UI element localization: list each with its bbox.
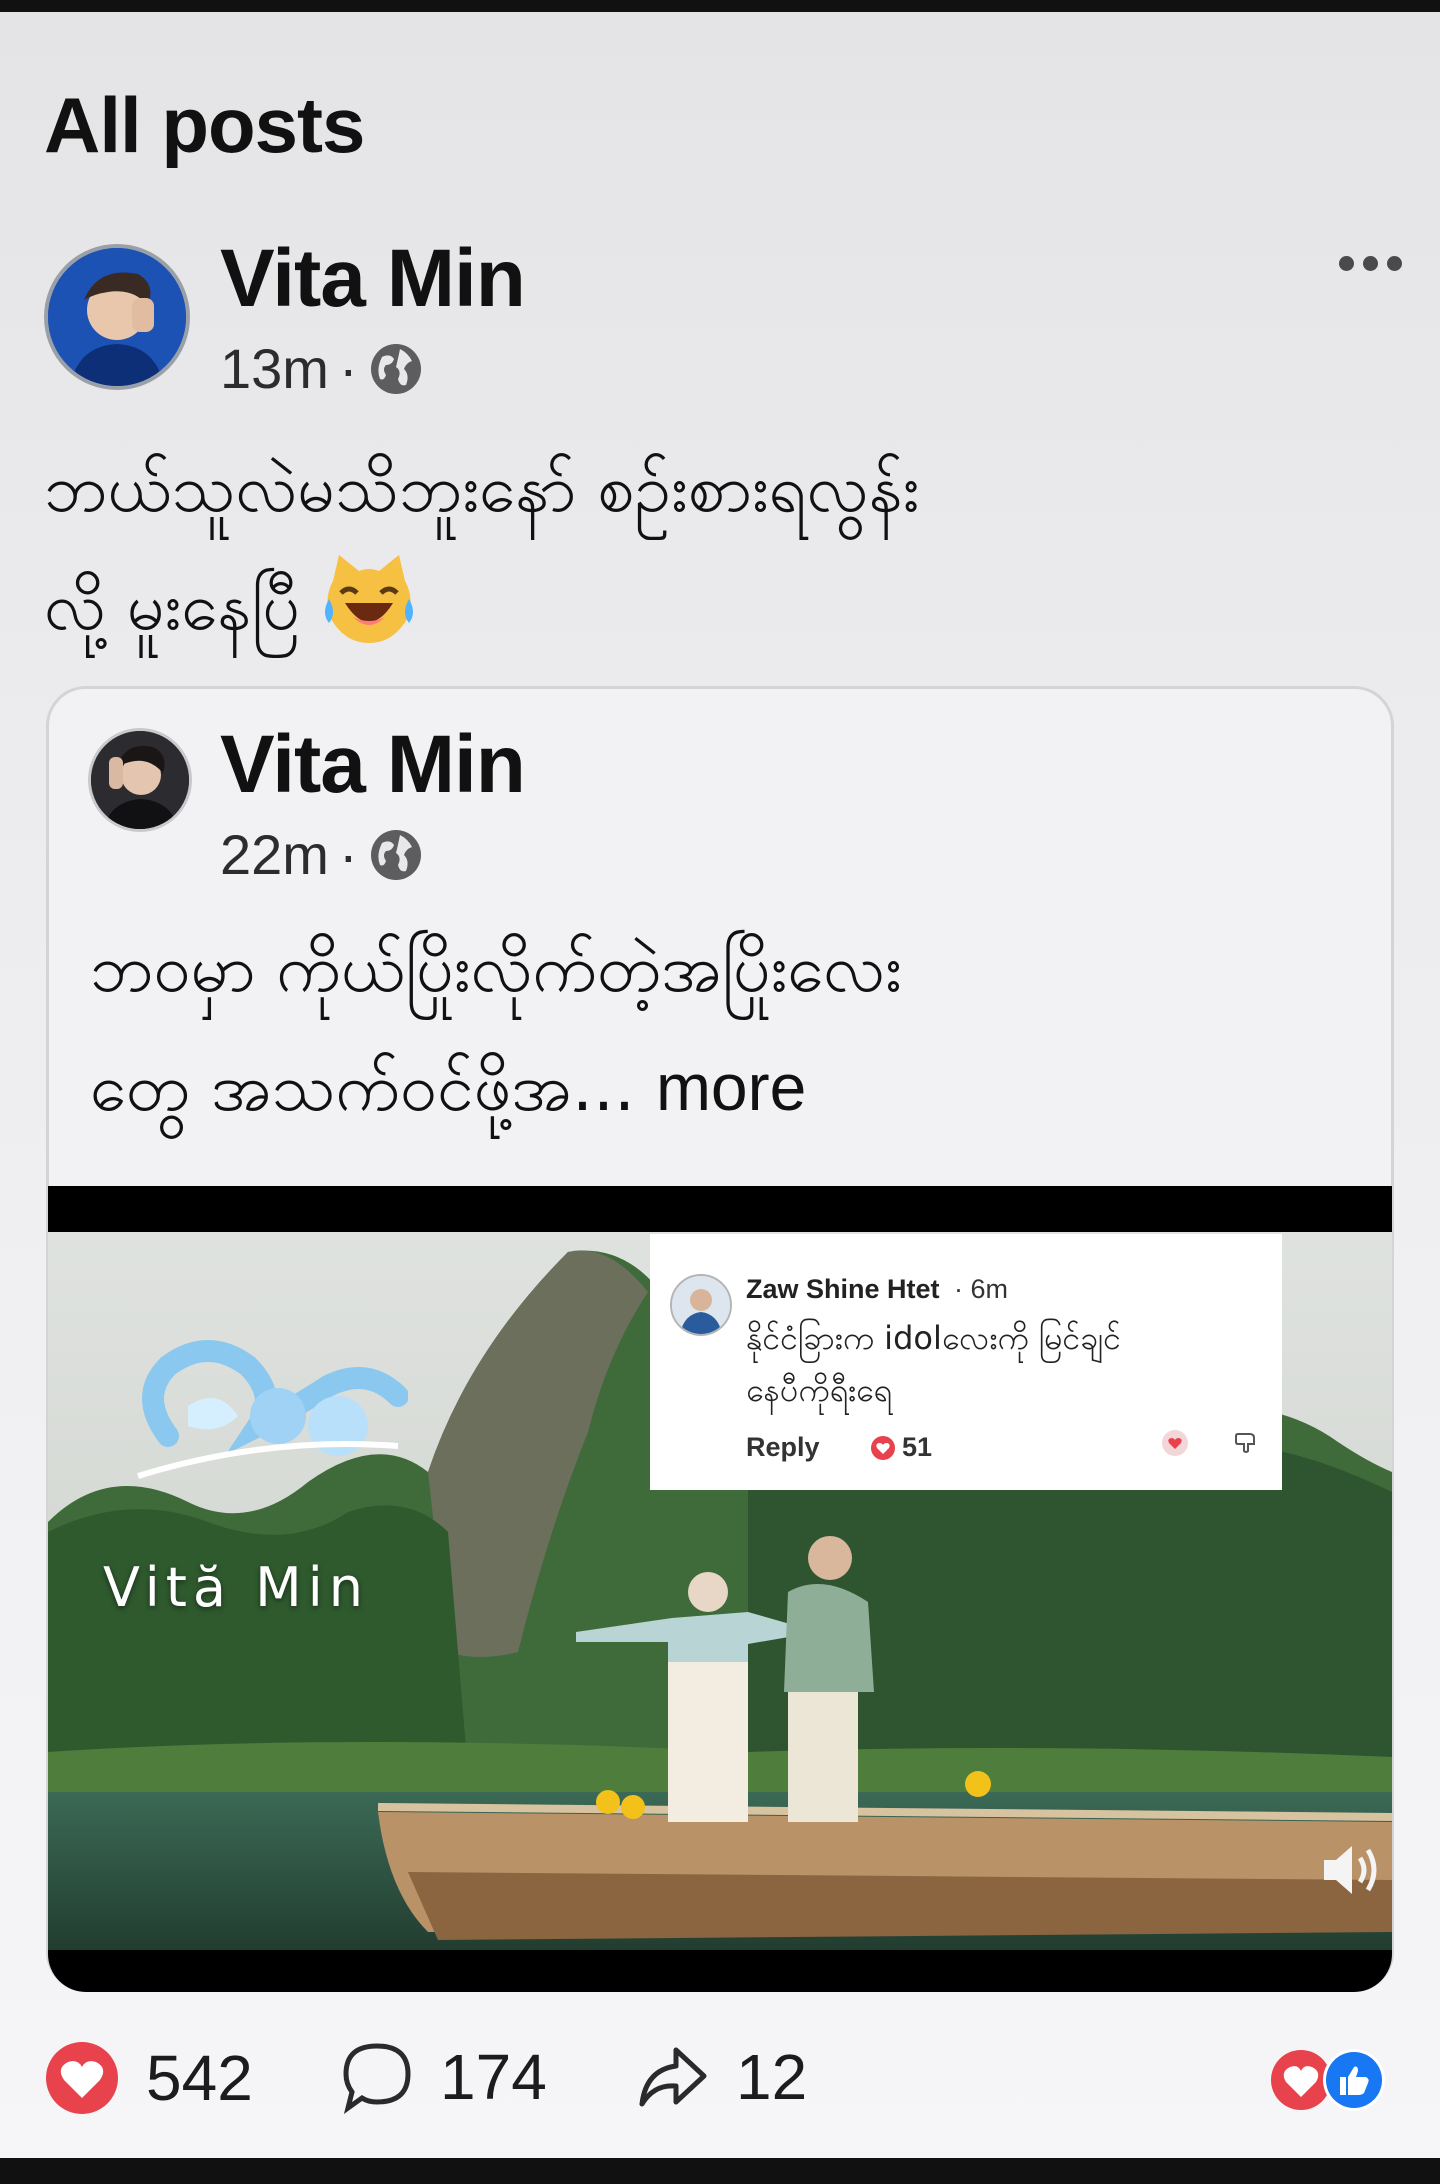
author-name[interactable]: Vita Min bbox=[220, 232, 526, 326]
comment-likes: 51 bbox=[870, 1432, 932, 1463]
see-more-link[interactable]: more bbox=[656, 1050, 806, 1124]
post-text-line-2: လို့ မူးနေပြီ bbox=[44, 548, 1384, 666]
comment-reply-button[interactable]: Reply bbox=[746, 1432, 820, 1463]
shared-author-name[interactable]: Vita Min bbox=[220, 718, 526, 812]
navigation-bar-edge bbox=[0, 2158, 1440, 2184]
share-action[interactable]: 12 bbox=[636, 2040, 807, 2114]
commenter-name[interactable]: Zaw Shine Htet bbox=[746, 1274, 940, 1305]
heart-icon bbox=[46, 2042, 118, 2114]
avatar-photo bbox=[48, 248, 186, 386]
comment-bubble-icon bbox=[343, 2043, 411, 2114]
post-text-segment: လို့ မူးနေပြီ bbox=[44, 568, 301, 645]
shared-post-time[interactable]: 22m bbox=[220, 822, 329, 887]
comment-text-line-2: နေပီကိုရီးရေ bbox=[746, 1371, 892, 1409]
status-bar-edge bbox=[0, 0, 1440, 12]
heart-icon bbox=[871, 1435, 895, 1460]
post-text: ဘယ်သူလဲမသိဘူးနော် စဉ်းစားရလွန်း လို့ မူး… bbox=[44, 430, 1384, 666]
commenter-avatar[interactable] bbox=[670, 1274, 732, 1336]
share-count: 12 bbox=[736, 2041, 808, 2113]
shared-post-text: ဘဝမှာ ကိုယ်ပြိုးလိုက်တဲ့အပြိုးလေး တွေ အသ… bbox=[90, 910, 1380, 1147]
volume-icon[interactable] bbox=[1316, 1836, 1384, 1904]
like-action[interactable]: 542 bbox=[44, 2040, 253, 2116]
comment-action[interactable]: 174 bbox=[340, 2040, 547, 2114]
share-arrow-icon bbox=[639, 2047, 707, 2107]
vita-min-logo bbox=[137, 1340, 408, 1479]
meta-separator: · bbox=[338, 337, 358, 400]
dislike-icon[interactable] bbox=[1230, 1428, 1260, 1458]
avatar-photo bbox=[672, 1276, 730, 1334]
shared-post-meta: 22m · bbox=[220, 822, 424, 887]
comment-count: 174 bbox=[440, 2041, 547, 2113]
shared-author-avatar[interactable] bbox=[88, 728, 192, 832]
shared-post-text-line: ဘဝမှာ ကိုယ်ပြိုးလိုက်တဲ့အပြိုးလေး bbox=[90, 930, 902, 1007]
shared-post-text-segment: တွေ အသက်ဝင်ဖို့အ... bbox=[90, 1049, 635, 1126]
comment-text: နိုင်ငံခြားက idolလေးကို မြင်ချင် နေပီကို… bbox=[746, 1312, 1266, 1416]
avatar-photo bbox=[91, 731, 189, 829]
meta-separator: · bbox=[338, 823, 358, 886]
post-text-line: ဘယ်သူလဲမသိဘူးနော် စဉ်းစားရလွန်း bbox=[44, 450, 920, 527]
globe-icon bbox=[370, 829, 421, 880]
author-avatar[interactable] bbox=[44, 244, 190, 390]
comment-like-count: 51 bbox=[902, 1432, 933, 1462]
globe-icon bbox=[370, 343, 421, 394]
video-comment-overlay: Zaw Shine Htet · 6m နိုင်ငံခြားက idolလေး… bbox=[650, 1234, 1282, 1490]
comment-time: · 6m bbox=[954, 1274, 1008, 1304]
like-count: 542 bbox=[146, 2042, 253, 2114]
post-time[interactable]: 13m bbox=[220, 336, 329, 401]
reaction-summary-icon[interactable] bbox=[1268, 2047, 1388, 2113]
comment-text-line: နိုင်ငံခြားက idolလေးကို မြင်ချင် bbox=[746, 1319, 1122, 1357]
more-options-icon[interactable] bbox=[1339, 256, 1402, 271]
comment-heart-button-icon[interactable] bbox=[1160, 1428, 1190, 1458]
section-title: All posts bbox=[44, 81, 365, 169]
post-meta: 13m · bbox=[220, 336, 424, 401]
video-logo-text: Vită Min bbox=[103, 1556, 370, 1619]
crying-laughing-cat-emoji-icon bbox=[325, 555, 414, 643]
shared-post-text-line-2: တွေ အသက်ဝင်ဖို့အ... more bbox=[90, 1028, 1380, 1147]
